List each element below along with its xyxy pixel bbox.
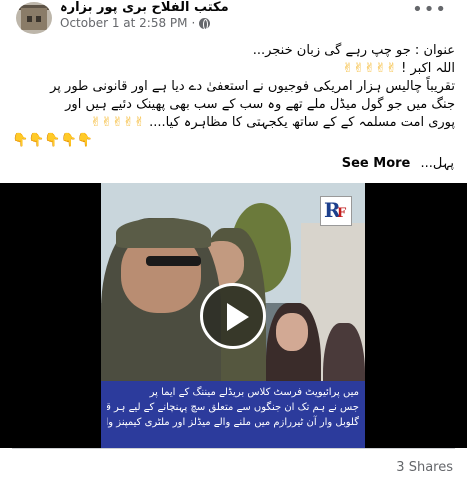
video-player[interactable]: R F میں پرائیویٹ فرسٹ کلاس بریڈلے میننگ … [0,183,467,448]
channel-logo: R F [320,196,352,226]
post-line-body-1: تقریباً چالیس ہزار امریکی فوجیوں نے استع… [50,79,455,94]
shares-count[interactable]: 3 Shares [396,460,453,475]
video-caption: میں پرائیویٹ فرسٹ کلاس بریڈلے میننگ کے ا… [101,381,365,448]
post-line-title: عنوان : جو چپ رہے گی زبان خنجر... [252,43,455,58]
more-horizontal-icon[interactable]: ••• [412,1,447,19]
see-more-button[interactable]: See More [342,156,411,171]
body-3-text: پوری امت مسلمہ کے کے ساتھ یکجہتی کا مظاہ… [149,115,455,130]
post-meta: October 1 at 2:58 PM · [60,16,211,30]
video-cap [116,218,211,248]
see-more-row: پہل... See More [14,156,454,174]
play-icon[interactable] [200,283,266,349]
truncated-text: پہل... [420,156,454,171]
see-more-wrap: پہل... See More [14,156,454,171]
victory-hand-icon: ✌✌✌✌✌ [90,115,145,130]
post-line-pointing: 👇👇👇👇👇 [12,132,455,150]
pointing-down-icon: 👇👇👇👇👇 [12,133,93,148]
avatar-window [27,16,32,22]
page-avatar[interactable] [16,2,52,34]
footer-divider [12,448,455,449]
post-line-body-2: جنگ میں جو گول میڈل ملے تھے وہ سب کے سب … [65,97,455,112]
video-sunglasses [146,256,201,266]
video-face [276,313,308,351]
globe-icon [199,17,211,30]
page-name-link[interactable]: مکتب الفلاح بری پور بزارہ [60,0,229,15]
post-text: عنوان : جو چپ رہے گی زبان خنجر... اللہ ا… [12,42,455,150]
victory-hand-icon: ✌✌✌✌✌ [342,61,397,76]
caption-line: گلوبل وار آن ٹیررازم میں ملنے والے میڈلز… [107,417,359,428]
avatar-building [21,8,47,30]
caption-line: جس نے ہم تک ان جنگوں سے متعلق سچ پہنچانے… [107,402,359,413]
post-line-body-3: پوری امت مسلمہ کے کے ساتھ یکجہتی کا مظاہ… [12,114,455,132]
logo-letter-f: F [337,206,347,221]
takbir-text: اللہ اکبر ! [401,61,455,76]
post-line-takbir: اللہ اکبر ! ✌✌✌✌✌ [12,60,455,78]
avatar-window [36,16,41,22]
post-timestamp[interactable]: October 1 at 2:58 PM [60,16,188,30]
caption-line: میں پرائیویٹ فرسٹ کلاس بریڈلے میننگ کے ا… [149,387,359,398]
post-header: مکتب الفلاح بری پور بزارہ October 1 at 2… [0,0,467,38]
